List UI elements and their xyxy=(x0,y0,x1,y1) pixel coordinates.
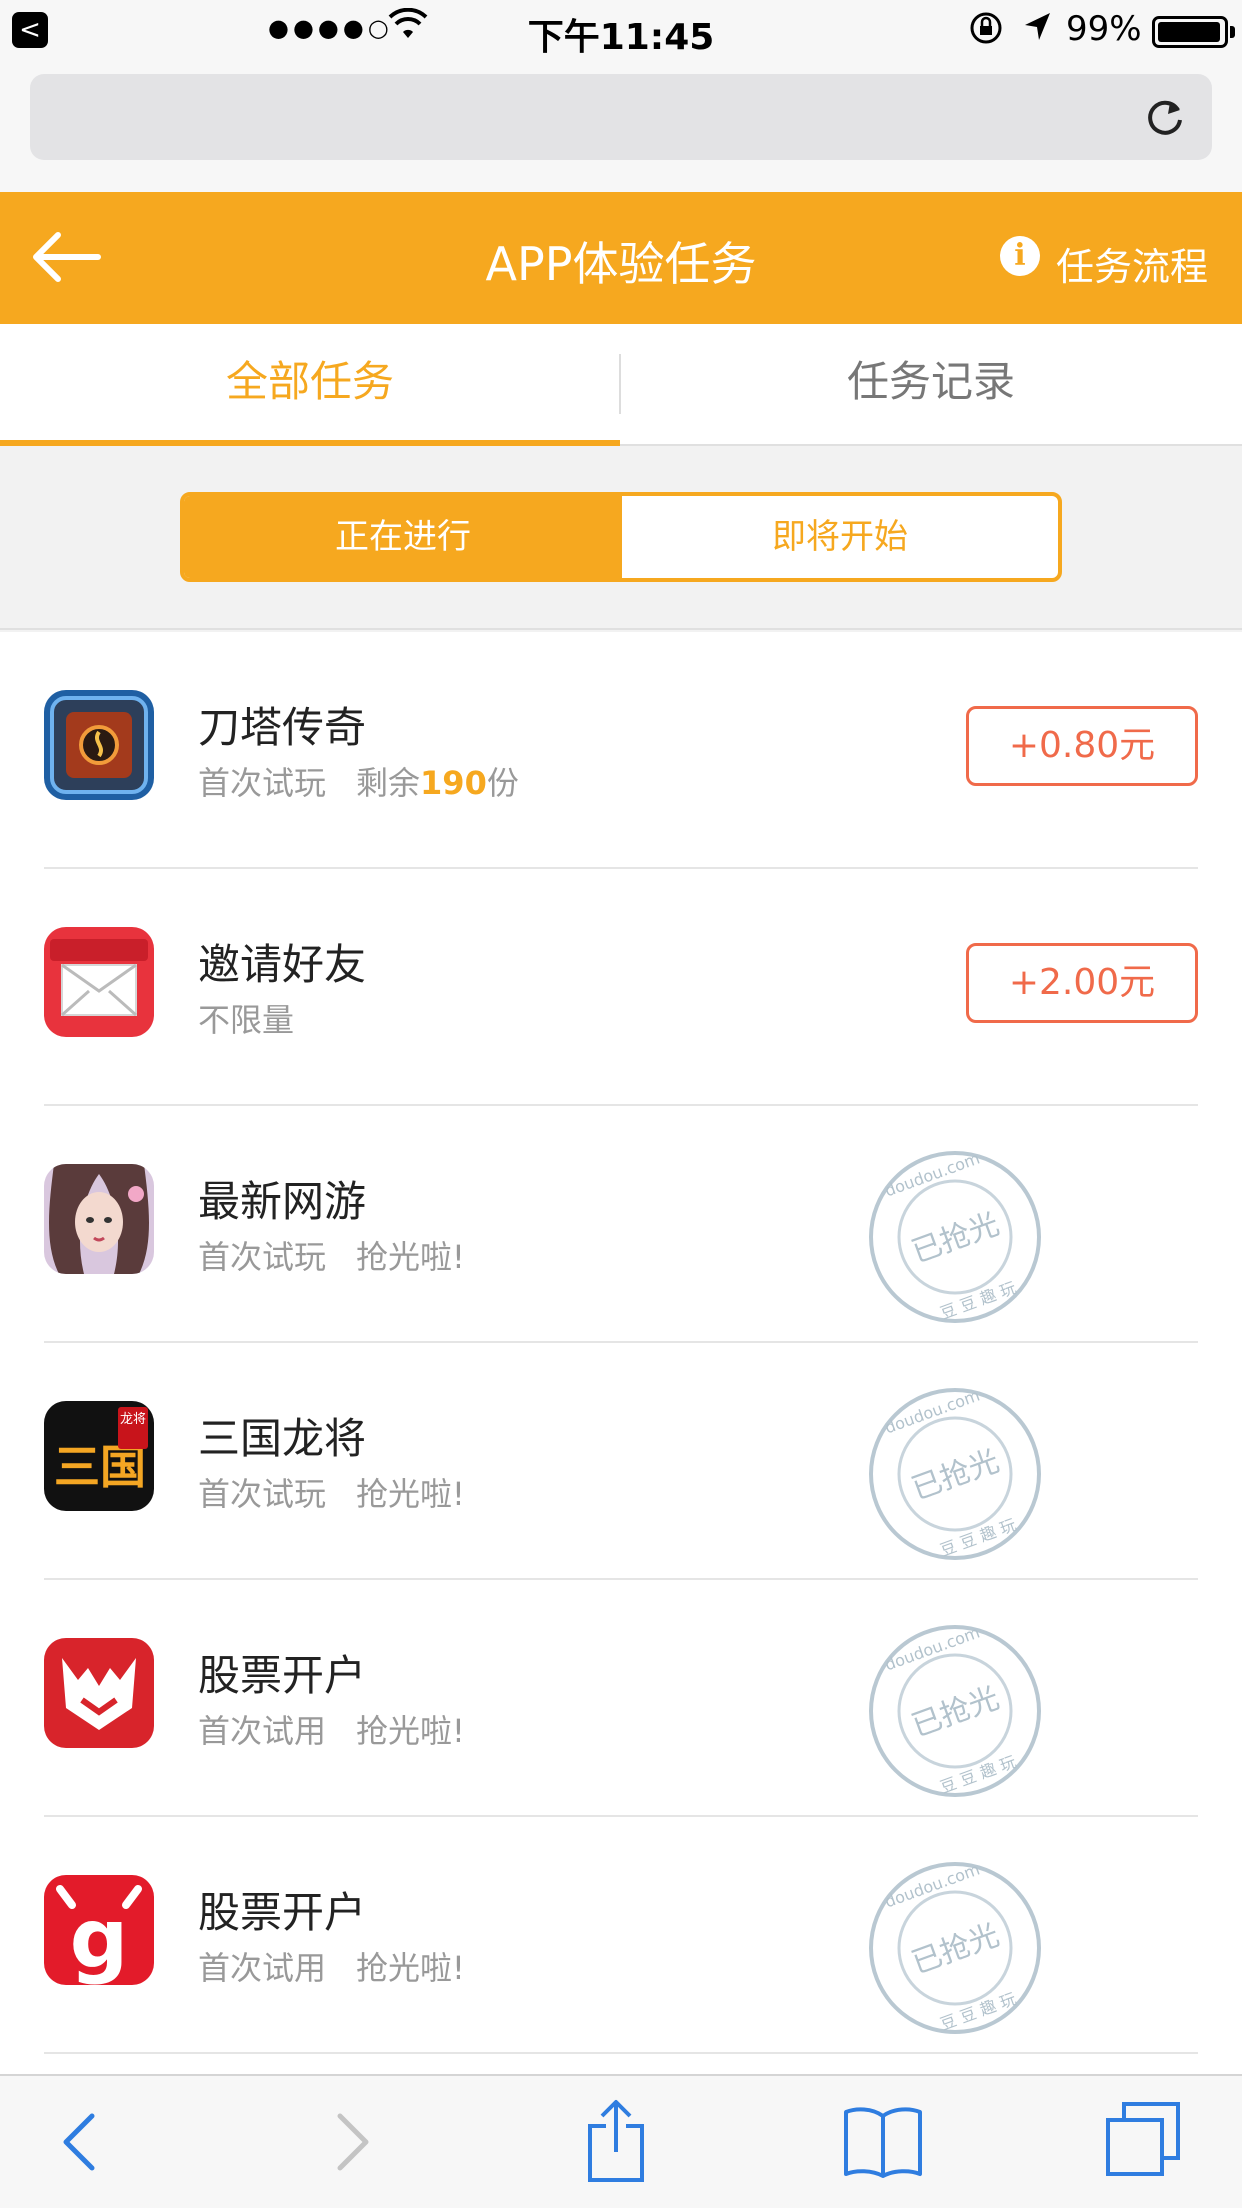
battery-icon xyxy=(1152,16,1228,48)
tab-task-records[interactable]: 任务记录 xyxy=(621,324,1241,444)
status-segmented-control: 正在进行 即将开始 xyxy=(180,492,1062,582)
task-type: 首次试玩 xyxy=(198,1238,327,1276)
segment-in-progress[interactable]: 正在进行 xyxy=(184,496,622,578)
svg-text:已抢光: 已抢光 xyxy=(907,1444,1004,1508)
task-type: 首次试用 xyxy=(198,1712,327,1750)
reload-icon[interactable] xyxy=(1140,92,1190,142)
sold-out-stamp: 已抢光 doudou.com 豆 豆 趣 玩 xyxy=(869,1623,1041,1797)
info-icon[interactable]: i xyxy=(1000,236,1040,276)
task-row[interactable]: g 股票开户 首次试用 抢光啦! 已抢光 doudou.com 豆 豆 趣 玩 xyxy=(0,1817,1242,2054)
sold-out-stamp: 已抢光 doudou.com 豆 豆 趣 玩 xyxy=(869,1860,1041,2034)
segment-area: 正在进行 即将开始 xyxy=(0,446,1242,630)
task-row[interactable]: 最新网游 首次试玩 抢光啦! 已抢光 doudou.com 豆 豆 趣 玩 xyxy=(0,1106,1242,1343)
online-game-app-icon xyxy=(44,1164,154,1274)
sanguo-longjiang-app-icon: 三国 龙将 xyxy=(44,1401,154,1511)
task-subtitle: 首次试用 抢光啦! xyxy=(198,1943,465,1989)
svg-text:已抢光: 已抢光 xyxy=(907,1207,1004,1271)
remaining-count: 190 xyxy=(420,764,487,802)
task-type: 首次试玩 xyxy=(198,764,327,802)
back-chevron-icon[interactable] xyxy=(54,2102,104,2182)
task-type: 不限量 xyxy=(198,1001,295,1039)
sold-out-stamp: 已抢光 doudou.com 豆 豆 趣 玩 xyxy=(869,1386,1041,1560)
browser-address-area xyxy=(0,62,1242,192)
sold-out-text: 抢光啦! xyxy=(356,1949,465,1987)
sold-out-text: 抢光啦! xyxy=(356,1238,465,1276)
svg-text:已抢光: 已抢光 xyxy=(907,1918,1004,1982)
main-tabs: 全部任务 任务记录 xyxy=(0,324,1242,446)
svg-text:龙将: 龙将 xyxy=(120,1412,146,1427)
bookmarks-icon[interactable] xyxy=(842,2104,924,2178)
task-row[interactable]: 股票开户 首次试用 抢光啦! 已抢光 doudou.com 豆 豆 趣 玩 xyxy=(0,1580,1242,1817)
share-icon[interactable] xyxy=(584,2096,648,2184)
forward-chevron-icon[interactable] xyxy=(328,2102,378,2182)
battery-percent: 99% xyxy=(1066,9,1142,49)
task-name: 刀塔传奇 xyxy=(198,703,367,752)
battery-tip xyxy=(1230,26,1235,38)
task-subtitle: 不限量 xyxy=(198,995,294,1041)
dota-legend-app-icon xyxy=(44,690,154,800)
task-name: 邀请好友 xyxy=(198,940,367,989)
invite-friends-app-icon xyxy=(44,927,154,1037)
svg-text:已抢光: 已抢光 xyxy=(907,1681,1004,1745)
svg-text:g: g xyxy=(70,1892,129,1985)
task-row[interactable]: 三国 龙将 三国龙将 首次试玩 抢光啦! 已抢光 doudou.com 豆 豆 趣… xyxy=(0,1343,1242,1580)
segment-upcoming[interactable]: 即将开始 xyxy=(622,496,1058,578)
status-bar: < ●●●●○ 下午11:45 99% xyxy=(0,0,1242,62)
task-name: 股票开户 xyxy=(198,1651,367,1700)
address-bar[interactable] xyxy=(30,74,1212,160)
remaining-unit: 份 xyxy=(486,764,519,802)
reward-button[interactable]: +2.00元 xyxy=(966,943,1198,1023)
location-arrow-icon xyxy=(1025,13,1050,40)
browser-toolbar xyxy=(0,2074,1242,2208)
task-type: 首次试用 xyxy=(198,1949,327,1987)
task-subtitle: 首次试用 抢光啦! xyxy=(198,1706,465,1752)
page-header: APP体验任务 i 任务流程 xyxy=(0,192,1242,324)
task-name: 股票开户 xyxy=(198,1888,367,1937)
remaining-label: 剩余 xyxy=(356,764,421,802)
task-name: 三国龙将 xyxy=(198,1414,367,1463)
task-list: 刀塔传奇 首次试玩剩余190份 +0.80元 邀请好友 不限量 +2.00元 xyxy=(0,632,1242,2074)
task-row[interactable]: 邀请好友 不限量 +2.00元 xyxy=(0,869,1242,1106)
sold-out-text: 抢光啦! xyxy=(356,1712,465,1750)
task-name: 最新网游 xyxy=(198,1177,367,1226)
row-divider xyxy=(44,2052,1198,2054)
task-type: 首次试玩 xyxy=(198,1475,327,1513)
stock-account-app-icon xyxy=(44,1638,154,1748)
task-flow-link[interactable]: 任务流程 xyxy=(1056,236,1208,291)
task-row[interactable]: 刀塔传奇 首次试玩 剩余190份 +0.80元 xyxy=(0,632,1242,869)
sold-out-text: 抢光啦! xyxy=(356,1475,465,1513)
task-subtitle: 首次试玩 抢光啦! xyxy=(198,1469,465,1515)
clock: 下午11:45 xyxy=(527,17,715,58)
stock-account-app-icon: g xyxy=(44,1875,154,1985)
task-subtitle: 首次试玩 抢光啦! xyxy=(198,1232,465,1278)
task-subtitle: 首次试玩 剩余190份 xyxy=(198,758,519,804)
rotation-lock-icon xyxy=(970,12,1002,44)
tab-all-tasks[interactable]: 全部任务 xyxy=(0,324,620,444)
tabs-icon[interactable] xyxy=(1104,2098,1184,2178)
reward-button[interactable]: +0.80元 xyxy=(966,706,1198,786)
sold-out-stamp: 已抢光 doudou.com 豆 豆 趣 玩 xyxy=(869,1149,1041,1323)
